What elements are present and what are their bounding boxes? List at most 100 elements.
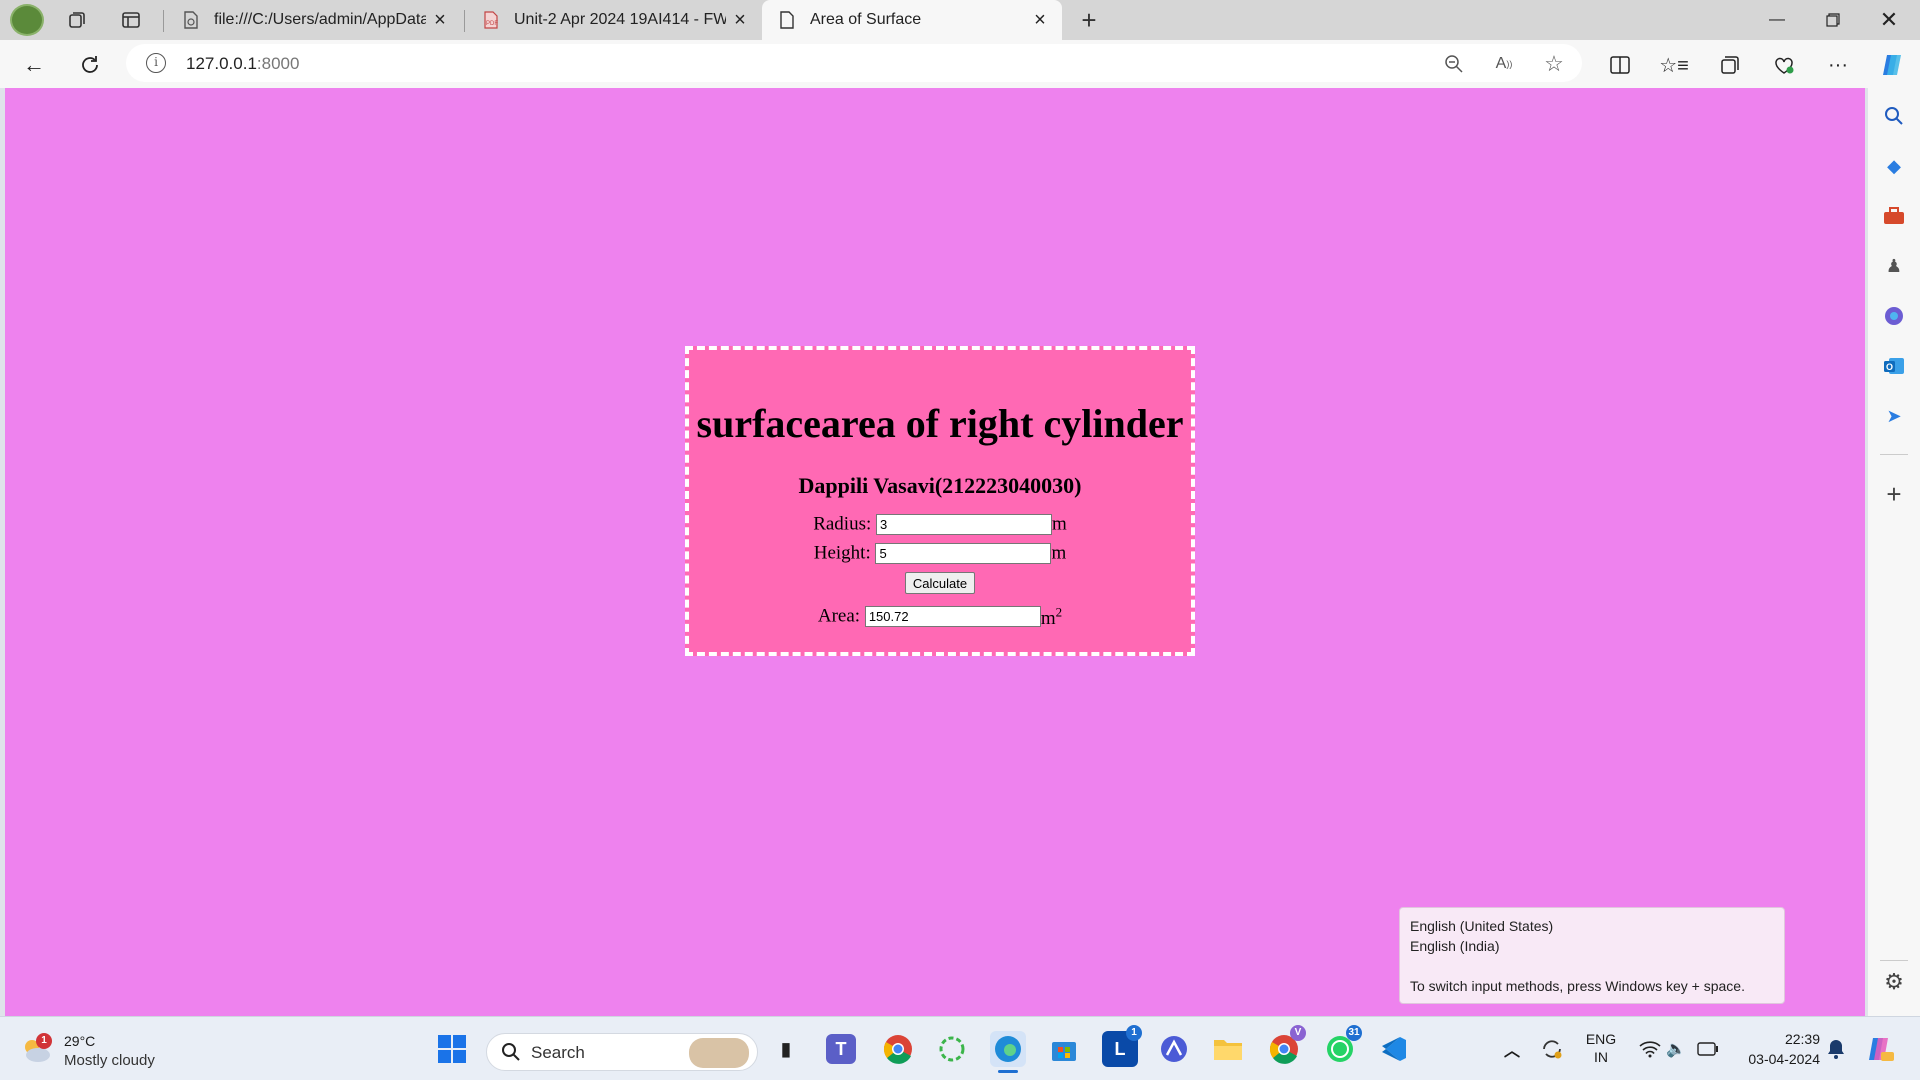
more-menu-icon[interactable]: ··· — [1822, 49, 1854, 81]
height-label: Height: — [813, 542, 871, 564]
tools-icon[interactable] — [1880, 202, 1908, 230]
volume-icon[interactable]: 🔈 — [1658, 1031, 1694, 1067]
games-icon[interactable]: ♟ — [1880, 252, 1908, 280]
zoom-out-icon[interactable] — [1442, 52, 1466, 76]
page-icon — [778, 11, 796, 29]
calculate-button[interactable]: Calculate — [904, 572, 976, 595]
ime-option-india[interactable]: English (India) — [1410, 936, 1774, 956]
tab-area-of-surface[interactable]: Area of Surface × — [762, 0, 1062, 40]
tab-strip: file:///C:/Users/admin/AppData/L × PDF U… — [0, 0, 1920, 40]
battery-icon[interactable] — [1690, 1031, 1726, 1067]
radius-label: Radius: — [813, 513, 872, 535]
pdf-icon: PDF — [482, 11, 500, 29]
start-icon[interactable] — [434, 1031, 470, 1067]
shopping-tag-icon[interactable]: ◆ — [1880, 152, 1908, 180]
taskbar-search[interactable]: Search — [486, 1033, 758, 1071]
vscode-icon[interactable] — [1376, 1031, 1412, 1067]
radius-input[interactable] — [876, 514, 1053, 536]
height-input[interactable] — [875, 542, 1052, 564]
tab-pdf[interactable]: PDF Unit-2 Apr 2024 19AI414 - FWAD × — [466, 0, 762, 40]
collections-icon[interactable] — [1714, 49, 1746, 81]
browser-essentials-icon[interactable] — [1768, 49, 1800, 81]
language-indicator[interactable]: ENG IN — [1578, 1027, 1624, 1071]
task-view-icon[interactable]: ▮ — [768, 1031, 804, 1067]
whatsapp-icon[interactable]: 31 — [1322, 1025, 1362, 1067]
edge-sidebar: ◆ ♟ O ➤ + ⚙ — [1868, 88, 1920, 1016]
back-icon[interactable]: ← — [18, 49, 50, 81]
weather-temp: 29°C — [64, 1033, 96, 1049]
tab-title: Area of Surface — [810, 11, 922, 28]
taskbar: 1 29°C Mostly cloudy Search ▮ T L1 V 31 … — [0, 1016, 1920, 1080]
file-icon — [182, 11, 200, 29]
close-icon[interactable]: × — [426, 6, 454, 34]
system-clock[interactable]: 22:39 03-04-2024 — [1732, 1029, 1820, 1069]
cloud-sun-icon: 1 — [20, 1033, 52, 1063]
address-bar[interactable]: i 127.0.0.1:8000 A)) ☆ — [126, 44, 1582, 82]
weather-condition: Mostly cloudy — [64, 1052, 155, 1069]
close-icon[interactable]: × — [726, 6, 754, 34]
search-icon[interactable] — [1880, 102, 1908, 130]
send-icon[interactable]: ➤ — [1880, 402, 1908, 430]
height-unit: m — [1051, 542, 1067, 564]
profile-avatar[interactable] — [10, 4, 44, 36]
ime-option-us[interactable]: English (United States) — [1410, 916, 1774, 936]
clock-time: 22:39 — [1784, 1031, 1820, 1047]
url-text[interactable]: 127.0.0.1:8000 — [186, 54, 299, 74]
workspaces-icon[interactable] — [62, 5, 92, 35]
calculator-card: surfacearea of right cylinder Dappili Va… — [685, 346, 1195, 656]
sync-icon[interactable] — [1534, 1031, 1570, 1067]
notification-bell-icon[interactable] — [1818, 1031, 1854, 1067]
tab-actions-icon[interactable] — [116, 5, 146, 35]
copilot-taskbar-icon[interactable] — [1862, 1031, 1898, 1067]
svg-text:PDF: PDF — [486, 21, 498, 27]
store-icon[interactable] — [1046, 1031, 1082, 1067]
favorite-star-icon[interactable]: ☆ — [1542, 51, 1566, 76]
page-content: surfacearea of right cylinder Dappili Va… — [5, 88, 1865, 1016]
close-icon[interactable]: × — [1026, 6, 1054, 34]
add-sidebar-app-icon[interactable]: + — [1880, 479, 1908, 509]
tab-title: Unit-2 Apr 2024 19AI414 - FWAD — [514, 11, 726, 28]
area-label: Area: — [817, 605, 861, 627]
page-title: surfacearea of right cylinder — [696, 401, 1184, 446]
new-tab-icon[interactable]: + — [1074, 5, 1104, 35]
microsoft365-icon[interactable] — [1880, 302, 1908, 330]
read-aloud-icon[interactable]: A)) — [1492, 52, 1516, 76]
chrome-profile-icon[interactable]: V — [1266, 1025, 1306, 1067]
area-unit: m2 — [1040, 604, 1063, 629]
minimize-icon[interactable]: — — [1749, 0, 1805, 40]
weather-widget[interactable]: 1 29°C Mostly cloudy — [20, 1031, 160, 1071]
clock-date: 03-04-2024 — [1748, 1051, 1820, 1067]
loader-app-icon[interactable] — [934, 1031, 970, 1067]
restore-icon[interactable] — [1805, 0, 1861, 40]
settings-gear-icon[interactable]: ⚙ — [1880, 968, 1908, 996]
favorites-icon[interactable]: ☆≡ — [1658, 49, 1690, 81]
tab-file[interactable]: file:///C:/Users/admin/AppData/L × — [166, 0, 462, 40]
area-output[interactable] — [864, 606, 1041, 628]
refresh-icon[interactable] — [74, 49, 106, 81]
split-screen-icon[interactable] — [1604, 49, 1636, 81]
outlook-icon[interactable]: O — [1880, 352, 1908, 380]
copilot-icon[interactable] — [1876, 49, 1908, 81]
radius-unit: m — [1052, 513, 1067, 535]
site-info-icon[interactable]: i — [146, 53, 166, 73]
search-icon — [501, 1042, 521, 1067]
radius-row: Radius: m — [689, 513, 1191, 536]
height-row: Height: m — [689, 542, 1191, 565]
vector-app-icon[interactable] — [1156, 1031, 1192, 1067]
teams-icon[interactable]: T — [826, 1034, 856, 1064]
chrome-icon[interactable] — [880, 1031, 916, 1067]
author-name: Dappili Vasavi(212223040030) — [798, 473, 1082, 498]
edge-icon[interactable] — [990, 1031, 1026, 1073]
linkedin-learning-icon[interactable]: L1 — [1102, 1025, 1142, 1067]
window-close-icon[interactable]: ✕ — [1861, 0, 1917, 40]
tab-title: file:///C:/Users/admin/AppData/L — [214, 11, 426, 28]
file-explorer-icon[interactable] — [1210, 1031, 1246, 1067]
search-label: Search — [531, 1043, 585, 1062]
search-highlight-icon — [689, 1038, 749, 1068]
area-row: Area: m2 — [689, 604, 1191, 629]
ime-hint: To switch input methods, press Windows k… — [1410, 978, 1745, 994]
svg-text:O: O — [1886, 362, 1893, 372]
show-hidden-icons-icon[interactable]: ︿ — [1494, 1031, 1530, 1067]
input-method-popup: English (United States) English (India) … — [1399, 907, 1785, 1004]
address-toolbar: ← i 127.0.0.1:8000 A)) ☆ ☆≡ ··· — [0, 40, 1920, 88]
